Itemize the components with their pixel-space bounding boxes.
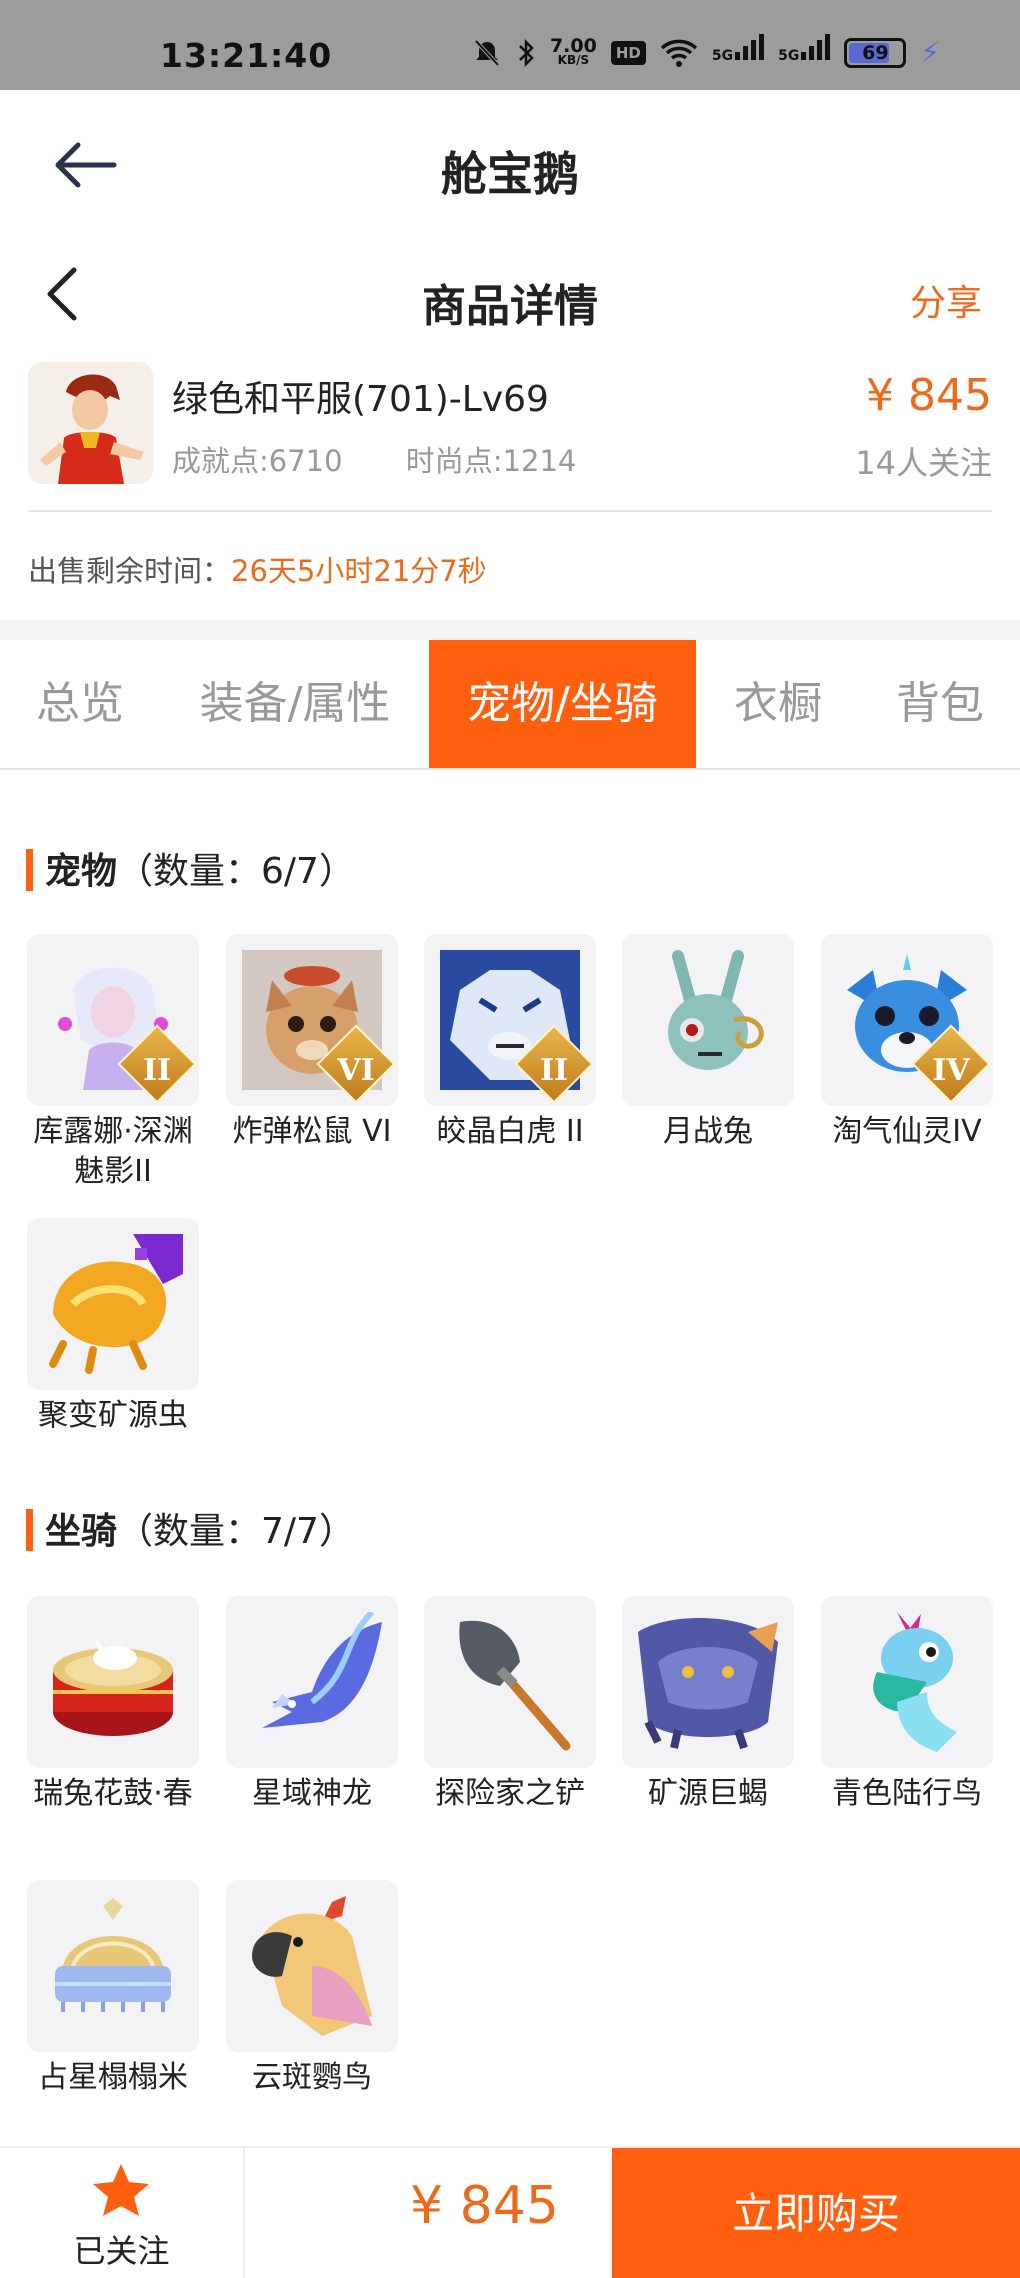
mount-item[interactable]: 矿源巨蝎 [622, 1596, 794, 1814]
mount-item[interactable]: 青色陆行鸟 [821, 1596, 993, 1814]
app-bar: 舱宝鹅 [0, 90, 1020, 240]
tab-pets-mounts[interactable]: 宠物/坐骑 [429, 640, 696, 768]
mount-item[interactable]: 探险家之铲 [424, 1596, 596, 1814]
status-icons: 7.00 KB/S HD 5G 5G 69 ⚡ [472, 34, 940, 71]
signal-sim2: 5G [778, 34, 831, 71]
follow-label: 已关注 [73, 2232, 170, 2270]
mute-icon [474, 39, 500, 66]
product-name: 绿色和平服(701)-Lv69 [172, 379, 549, 420]
status-bar: 13:21:40 7.00 KB/S HD 5G 5G 69 ⚡ [0, 0, 1020, 90]
signal-sim1: 5G [712, 34, 765, 71]
bottom-bar: 已关注 ¥ 845 立即购买 [0, 2146, 1020, 2278]
mounts-section-header: 坐骑（数量：7/7） [26, 1502, 355, 1554]
follower-count: 14人关注 [855, 444, 992, 482]
mount-item[interactable]: 瑞兔花鼓·春 [27, 1596, 199, 1814]
pet-item[interactable]: 聚变矿源虫 [27, 1218, 199, 1436]
mount-name: 矿源巨蝎 [648, 1776, 768, 1811]
remaining-time-value: 26天5小时21分7秒 [231, 554, 487, 588]
tab-wardrobe[interactable]: 衣橱 [700, 640, 856, 768]
wifi-icon [660, 39, 698, 67]
pet-item[interactable]: VI 炸弹松鼠 VI [226, 934, 398, 1152]
mount-item[interactable]: 云斑鹦鸟 [226, 1880, 398, 2098]
pet-item[interactable]: II 皎晶白虎 II [424, 934, 596, 1152]
product-stats: 成就点:6710 时尚点:1214 [172, 438, 630, 480]
achievement-points: 成就点:6710 [172, 444, 343, 478]
pet-item[interactable]: II 库露娜·深渊魅影II [27, 934, 199, 1192]
mount-name: 云斑鹦鸟 [252, 2060, 372, 2095]
sub-header: 商品详情 分享 [0, 240, 1020, 350]
pet-name: 库露娜·深渊魅影II [33, 1114, 193, 1189]
pet-name: 淘气仙灵IV [832, 1114, 982, 1149]
charging-icon: ⚡ [920, 36, 940, 69]
section-gap [0, 620, 1020, 640]
pet-name: 月战兔 [663, 1114, 753, 1149]
product-summary: 绿色和平服(701)-Lv69 成就点:6710 时尚点:1214 ¥ 845 … [0, 350, 1020, 520]
buy-now-button[interactable]: 立即购买 [612, 2148, 1020, 2278]
product-price: ¥ 845 [866, 370, 992, 421]
pet-item[interactable]: IV 淘气仙灵IV [821, 934, 993, 1152]
share-button[interactable]: 分享 [910, 274, 982, 326]
section-accent-bar [26, 1509, 33, 1551]
divider [28, 510, 992, 512]
battery-icon: 69 [844, 37, 907, 68]
pet-item[interactable]: 月战兔 [622, 934, 794, 1152]
pet-name: 炸弹松鼠 VI [232, 1114, 392, 1149]
mount-name: 瑞兔花鼓·春 [33, 1776, 193, 1811]
pet-name: 皎晶白虎 II [436, 1114, 584, 1149]
star-icon [93, 2164, 149, 2216]
pets-section-header: 宠物（数量：6/7） [26, 842, 355, 894]
mount-name: 占星榻榻米 [38, 2060, 188, 2095]
mount-name: 星域神龙 [252, 1776, 372, 1811]
character-avatar [28, 362, 153, 484]
follow-button[interactable]: 已关注 [0, 2148, 245, 2278]
pet-name: 聚变矿源虫 [38, 1398, 188, 1433]
status-time: 13:21:40 [160, 36, 333, 75]
tab-equipment[interactable]: 装备/属性 [170, 640, 420, 768]
page-title: 商品详情 [422, 281, 598, 332]
mount-name: 青色陆行鸟 [832, 1776, 982, 1811]
mount-item[interactable]: 星域神龙 [226, 1596, 398, 1814]
mount-name: 探险家之铲 [435, 1776, 585, 1811]
mount-item[interactable]: 占星榻榻米 [27, 1880, 199, 2098]
tab-overview[interactable]: 总览 [0, 640, 160, 768]
app-title: 舱宝鹅 [441, 147, 579, 201]
section-accent-bar [26, 849, 33, 891]
remaining-time: 出售剩余时间：26天5小时21分7秒 [28, 554, 487, 588]
hd-badge: HD [610, 40, 646, 65]
tab-bar: 总览 装备/属性 宠物/坐骑 衣橱 背包 [0, 640, 1020, 770]
bottom-price: ¥ 845 [410, 2176, 559, 2236]
tab-backpack[interactable]: 背包 [860, 640, 1020, 768]
net-speed: 7.00 KB/S [549, 34, 597, 67]
fashion-points: 时尚点:1214 [405, 444, 577, 478]
bluetooth-icon [519, 38, 534, 67]
